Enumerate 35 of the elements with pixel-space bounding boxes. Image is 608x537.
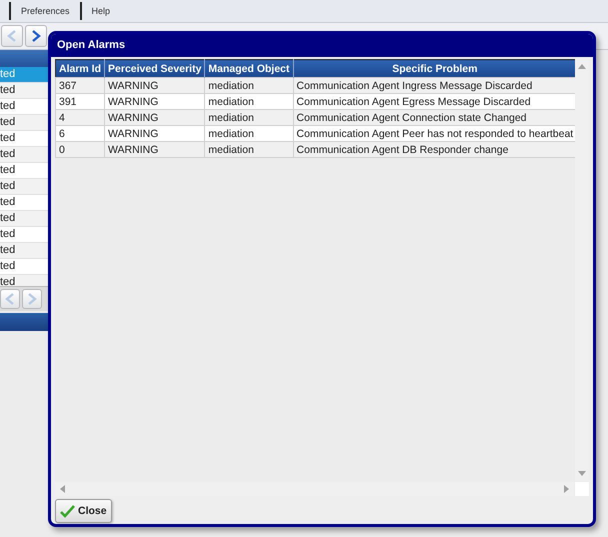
column-header[interactable]: Alarm Id [56,60,105,78]
scroll-down-icon[interactable] [578,471,586,476]
table-cell: 391 [56,94,105,110]
checkmark-icon [60,504,75,518]
close-button[interactable]: Close [55,499,112,523]
table-cell: WARNING [104,142,205,158]
table-cell: 0 [56,142,105,158]
table-cell: WARNING [104,126,205,142]
scroll-right-icon[interactable] [564,485,569,493]
table-cell: 367 [56,78,105,94]
scroll-left-icon[interactable] [60,485,65,493]
table-cell: Communication Agent Egress Message Discarded [293,94,577,110]
menu-item[interactable]: Preferences [11,6,80,16]
table-cell: mediation [204,94,294,110]
table-cell: Communication Agent Connection state Changed [293,110,577,126]
table-cell: WARNING [104,78,205,94]
column-header[interactable]: Specific Problem [293,60,577,78]
table-cell: mediation [204,142,294,158]
table-cell: Communication Agent Peer has not responded to heartbeat [293,126,577,142]
table-cell: mediation [204,78,294,94]
dialog-title: Open Alarms [51,34,593,57]
table-cell: WARNING [104,94,205,110]
table-cell: mediation [204,126,294,142]
table-cell: 6 [56,126,105,142]
vertical-scrollbar[interactable] [575,59,589,481]
table-cell: Communication Agent Ingress Message Discarded [293,78,577,94]
menu-item[interactable]: Help [82,6,120,16]
table-cell: WARNING [104,110,205,126]
table-cell: 4 [56,110,105,126]
scroll-up-icon[interactable] [578,64,586,69]
column-header[interactable]: Perceived Severity [104,60,205,78]
table-cell: Communication Agent DB Responder change [293,142,577,158]
table-cell: mediation [204,110,294,126]
column-header[interactable]: Managed Object [204,60,294,78]
forward-button[interactable] [25,25,47,47]
